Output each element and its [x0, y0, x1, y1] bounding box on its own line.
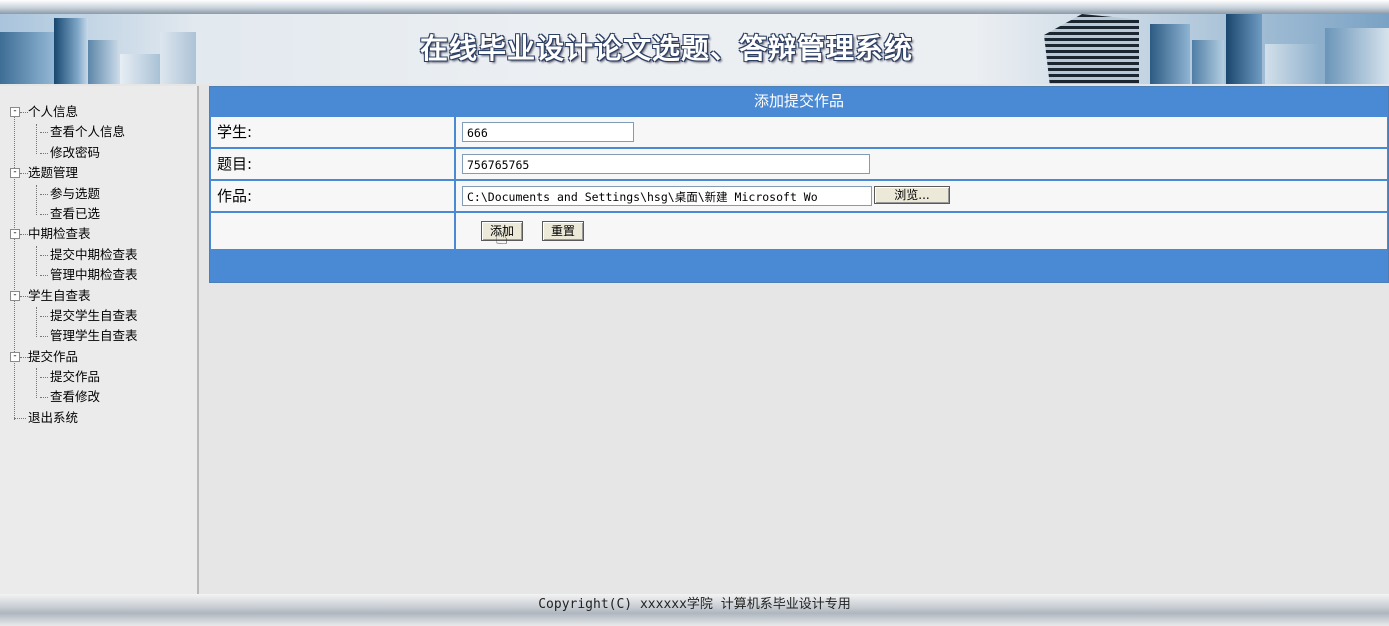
sidebar-item-label: 提交中期检查表 [50, 246, 138, 262]
sidebar-item-label: 提交学生自查表 [50, 307, 138, 323]
student-row: 学生: 666 [210, 117, 1388, 147]
collapse-icon[interactable]: - [10, 229, 20, 240]
sidebar-item-view-edit[interactable]: 查看修改 [10, 387, 138, 407]
header-top-bar [0, 0, 1389, 14]
collapse-icon[interactable]: - [10, 290, 20, 301]
sidebar-group-label: 学生自查表 [28, 287, 91, 303]
sidebar-group-label: 提交作品 [28, 348, 79, 364]
copyright-text: Copyright(C) xxxxxx学院 计算机系毕业设计专用 [538, 597, 851, 612]
empty-label-cell [211, 213, 454, 249]
student-value-cell: 666 [456, 117, 1387, 147]
sidebar-item-label: 参与选题 [50, 185, 101, 201]
work-row: 作品: C:\Documents and Settings\hsg\桌面\新建 … [210, 181, 1388, 211]
sidebar: - 个人信息 查看个人信息 修改密码 - 选题管理 参与选题 查看已选 - 中期… [0, 86, 199, 594]
collapse-icon[interactable]: - [10, 107, 20, 117]
building-image-left [120, 54, 160, 84]
sidebar-item-label: 修改密码 [50, 144, 101, 160]
topic-input[interactable]: 756765765 [462, 154, 870, 174]
work-value-cell: C:\Documents and Settings\hsg\桌面\新建 Micr… [456, 181, 1387, 211]
browse-button[interactable]: 浏览... [874, 186, 950, 204]
sidebar-item-manage-midterm[interactable]: 管理中期检查表 [10, 265, 138, 285]
sidebar-item-manage-self-check[interactable]: 管理学生自查表 [10, 326, 138, 346]
sidebar-item-change-password[interactable]: 修改密码 [10, 143, 138, 163]
building-image-right [1192, 40, 1224, 84]
sidebar-item-label: 管理中期检查表 [50, 267, 138, 283]
student-label: 学生: [211, 117, 454, 147]
sidebar-item-submit-work[interactable]: 提交作品 [10, 367, 138, 387]
building-image-left [0, 32, 60, 84]
sidebar-group-submit-work[interactable]: - 提交作品 [10, 347, 138, 367]
sidebar-group-label: 个人信息 [28, 104, 79, 119]
hand-cursor-icon: ☝ [495, 225, 509, 250]
site-title: 在线毕业设计论文选题、答辩管理系统 [420, 32, 914, 65]
form-title: 添加提交作品 [210, 87, 1388, 115]
topic-row: 题目: 756765765 [210, 149, 1388, 179]
building-image-right [1226, 14, 1262, 84]
building-image-right [1325, 28, 1389, 84]
sidebar-item-label: 管理学生自查表 [50, 328, 138, 344]
topic-value-cell: 756765765 [456, 149, 1387, 179]
reset-button[interactable]: 重置 [542, 221, 584, 241]
sidebar-group-midterm-check[interactable]: - 中期检查表 [10, 224, 138, 244]
sidebar-item-label: 退出系统 [28, 409, 79, 425]
work-label: 作品: [211, 181, 454, 211]
building-image-right [1265, 44, 1320, 84]
sidebar-group-topic-management[interactable]: - 选题管理 [10, 163, 138, 183]
sidebar-item-submit-self-check[interactable]: 提交学生自查表 [10, 306, 138, 326]
sidebar-item-label: 查看已选 [50, 205, 101, 221]
submit-work-form: 添加提交作品 学生: 666 题目: 756765765 作品: C:\Docu… [209, 86, 1389, 283]
topic-label: 题目: [211, 149, 454, 179]
sidebar-item-label: 提交作品 [50, 369, 101, 385]
building-image-left [54, 18, 88, 84]
page-footer: Copyright(C) xxxxxx学院 计算机系毕业设计专用 [0, 594, 1389, 626]
building-image-left [88, 40, 118, 84]
sidebar-item-label: 查看个人信息 [50, 124, 126, 140]
sidebar-item-logout[interactable]: 退出系统 [10, 408, 138, 428]
sidebar-group-self-check[interactable]: - 学生自查表 [10, 286, 138, 306]
buttons-cell: 添加 重置 [456, 213, 1387, 249]
sidebar-item-view-selected[interactable]: 查看已选 [10, 204, 138, 224]
sidebar-group-label: 选题管理 [28, 165, 79, 181]
header-banner: 在线毕业设计论文选题、答辩管理系统 [0, 14, 1389, 84]
sidebar-item-label: 查看修改 [50, 389, 101, 405]
file-path-input[interactable]: C:\Documents and Settings\hsg\桌面\新建 Micr… [462, 186, 872, 206]
sidebar-item-join-topic[interactable]: 参与选题 [10, 184, 138, 204]
nav-tree: - 个人信息 查看个人信息 修改密码 - 选题管理 参与选题 查看已选 - 中期… [10, 102, 138, 428]
sidebar-group-label: 中期检查表 [28, 226, 91, 242]
student-input[interactable]: 666 [462, 122, 634, 142]
collapse-icon[interactable]: - [10, 168, 20, 179]
sidebar-item-submit-midterm[interactable]: 提交中期检查表 [10, 245, 138, 265]
building-image-right [1150, 24, 1190, 84]
sidebar-item-view-personal-info[interactable]: 查看个人信息 [10, 122, 138, 142]
button-row: 添加 重置 ☝ [210, 213, 1388, 250]
tower-image [1044, 14, 1139, 84]
collapse-icon[interactable]: - [10, 351, 20, 362]
sidebar-group-personal-info[interactable]: - 个人信息 [10, 102, 138, 122]
form-footer-bar [210, 251, 1388, 281]
building-image-left [160, 32, 196, 84]
